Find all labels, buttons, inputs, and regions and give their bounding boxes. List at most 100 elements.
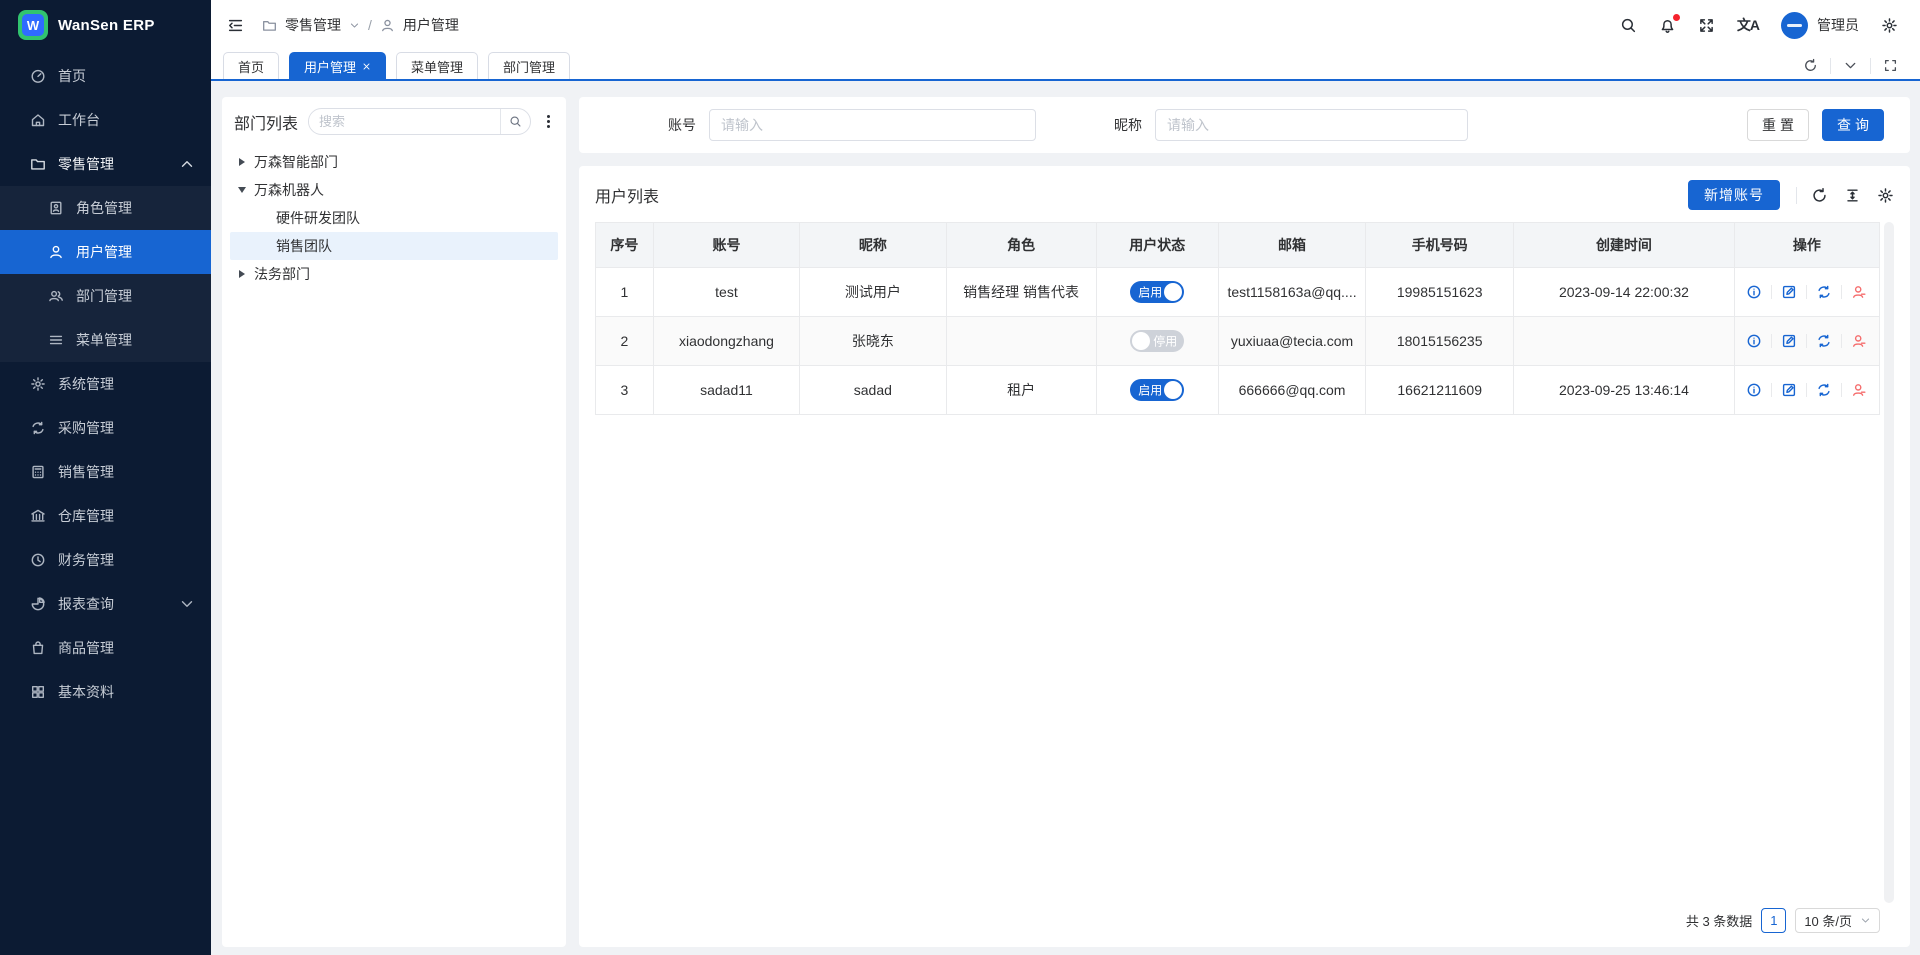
col-status: 用户状态 (1096, 223, 1218, 268)
search-icon[interactable] (1620, 17, 1637, 34)
fullscreen-icon[interactable] (1698, 17, 1715, 34)
search-icon[interactable] (500, 109, 530, 134)
add-account-button[interactable]: 新增账号 (1688, 180, 1780, 210)
sidebar-item-label: 销售管理 (58, 462, 195, 482)
col-index: 序号 (596, 223, 654, 268)
caret-right-icon[interactable] (230, 158, 254, 166)
sidebar-item-dept-mgmt[interactable]: 部门管理 (0, 274, 211, 318)
folder-icon (30, 156, 46, 172)
sidebar-item-home[interactable]: 首页 (0, 54, 211, 98)
tab-home[interactable]: 首页 (223, 52, 279, 79)
tree-node-sales-team[interactable]: 销售团队 (230, 232, 558, 260)
tab-menu-mgmt[interactable]: 菜单管理 (396, 52, 478, 79)
edit-icon[interactable] (1781, 284, 1797, 300)
cell-phone: 16621211609 (1366, 366, 1514, 415)
column-settings-gear-icon[interactable] (1877, 187, 1894, 204)
edit-icon[interactable] (1781, 382, 1797, 398)
reset-password-sync-icon[interactable] (1816, 284, 1832, 300)
settings-gear-icon[interactable] (1881, 17, 1898, 34)
info-icon[interactable] (1746, 284, 1762, 300)
close-icon[interactable] (362, 62, 371, 71)
sidebar-item-label: 财务管理 (58, 550, 195, 570)
header-actions: 文A 管理员 (1620, 12, 1898, 39)
toggle-knob (1132, 332, 1150, 350)
tab-label: 用户管理 (304, 57, 356, 76)
tab-dept-mgmt[interactable]: 部门管理 (488, 52, 570, 79)
row-actions (1735, 382, 1879, 398)
account-input[interactable] (709, 109, 1036, 141)
sidebar-item-user-mgmt[interactable]: 用户管理 (0, 230, 211, 274)
search-button[interactable]: 查询 (1822, 109, 1884, 141)
table-header-row: 序号 账号 昵称 角色 用户状态 邮箱 手机号码 创建时间 操作 (596, 223, 1880, 268)
sidebar-item-report-query[interactable]: 报表查询 (0, 582, 211, 626)
sidebar-item-basic-data[interactable]: 基本资料 (0, 670, 211, 714)
page-number-button[interactable]: 1 (1761, 908, 1786, 933)
menu-fold-icon[interactable] (227, 17, 244, 34)
department-search-input[interactable] (309, 114, 500, 129)
content: 部门列表 万森智能部门 万森机器人 (211, 81, 1920, 955)
toggle-knob (1164, 381, 1182, 399)
user-menu[interactable]: 管理员 (1781, 12, 1859, 39)
status-toggle[interactable]: 停用 (1130, 330, 1184, 352)
breadcrumb: 零售管理 / 用户管理 (262, 15, 459, 35)
sidebar-item-warehouse-mgmt[interactable]: 仓库管理 (0, 494, 211, 538)
reset-password-sync-icon[interactable] (1816, 333, 1832, 349)
tree-node-wansen-robot[interactable]: 万森机器人 (230, 176, 558, 204)
sidebar-item-product-mgmt[interactable]: 商品管理 (0, 626, 211, 670)
cell-created: 2023-09-14 22:00:32 (1514, 268, 1735, 317)
tree-node-label: 万森机器人 (254, 180, 324, 200)
sync-icon (30, 420, 46, 436)
density-icon[interactable] (1844, 187, 1861, 204)
remove-user-icon[interactable] (1851, 382, 1867, 398)
edit-icon[interactable] (1781, 333, 1797, 349)
table-scrollbar[interactable] (1884, 222, 1894, 903)
info-icon[interactable] (1746, 333, 1762, 349)
refresh-icon[interactable] (1811, 187, 1828, 204)
sidebar-item-system-mgmt[interactable]: 系统管理 (0, 362, 211, 406)
divider (1796, 187, 1797, 204)
sidebar-item-menu-mgmt[interactable]: 菜单管理 (0, 318, 211, 362)
status-toggle[interactable]: 启用 (1130, 379, 1184, 401)
page-size-select[interactable]: 10 条/页 (1795, 908, 1880, 933)
department-panel: 部门列表 万森智能部门 万森机器人 (222, 97, 566, 947)
tree-node-hardware-team[interactable]: 硬件研发团队 (230, 204, 558, 232)
table-row: 1 test 测试用户 销售经理 销售代表 启用 test1158163a@qq… (596, 268, 1880, 317)
cell-index: 1 (596, 268, 654, 317)
chevron-down-icon[interactable] (1831, 52, 1870, 79)
sidebar-item-finance-mgmt[interactable]: 财务管理 (0, 538, 211, 582)
tab-user-mgmt[interactable]: 用户管理 (289, 52, 386, 79)
bank-icon (30, 508, 46, 524)
clock-icon (30, 552, 46, 568)
status-label: 停用 (1153, 333, 1177, 350)
status-toggle[interactable]: 启用 (1130, 281, 1184, 303)
reset-button[interactable]: 重置 (1747, 109, 1809, 141)
sidebar-item-purchase-mgmt[interactable]: 采购管理 (0, 406, 211, 450)
nickname-label: 昵称 (1114, 115, 1142, 135)
tree-node-wansen-smart[interactable]: 万森智能部门 (230, 148, 558, 176)
sidebar-item-retail[interactable]: 零售管理 (0, 142, 211, 186)
caret-down-icon[interactable] (230, 187, 254, 193)
maximize-icon[interactable] (1871, 52, 1910, 79)
row-actions (1735, 284, 1879, 300)
sidebar-item-workbench[interactable]: 工作台 (0, 98, 211, 142)
department-search (308, 108, 531, 135)
chevron-down-icon[interactable] (349, 20, 360, 31)
divider (1841, 285, 1842, 299)
reset-password-sync-icon[interactable] (1816, 382, 1832, 398)
caret-right-icon[interactable] (230, 270, 254, 278)
breadcrumb-section[interactable]: 零售管理 (285, 15, 341, 35)
translate-icon[interactable]: 文A (1737, 15, 1759, 35)
kebab-menu-icon[interactable] (541, 111, 556, 132)
tree-node-legal-dept[interactable]: 法务部门 (230, 260, 558, 288)
tab-bar: 首页 用户管理 菜单管理 部门管理 (211, 50, 1920, 81)
sidebar-item-role-mgmt[interactable]: 角色管理 (0, 186, 211, 230)
remove-user-icon[interactable] (1851, 284, 1867, 300)
sidebar-item-sales-mgmt[interactable]: 销售管理 (0, 450, 211, 494)
refresh-page-icon[interactable] (1791, 52, 1830, 79)
table-row: 2 xiaodongzhang 张晓东 停用 yuxiuaa@tecia.com… (596, 317, 1880, 366)
info-icon[interactable] (1746, 382, 1762, 398)
remove-user-icon[interactable] (1851, 333, 1867, 349)
notification-bell-icon[interactable] (1659, 17, 1676, 34)
nickname-input[interactable] (1155, 109, 1468, 141)
cell-role (946, 317, 1096, 366)
